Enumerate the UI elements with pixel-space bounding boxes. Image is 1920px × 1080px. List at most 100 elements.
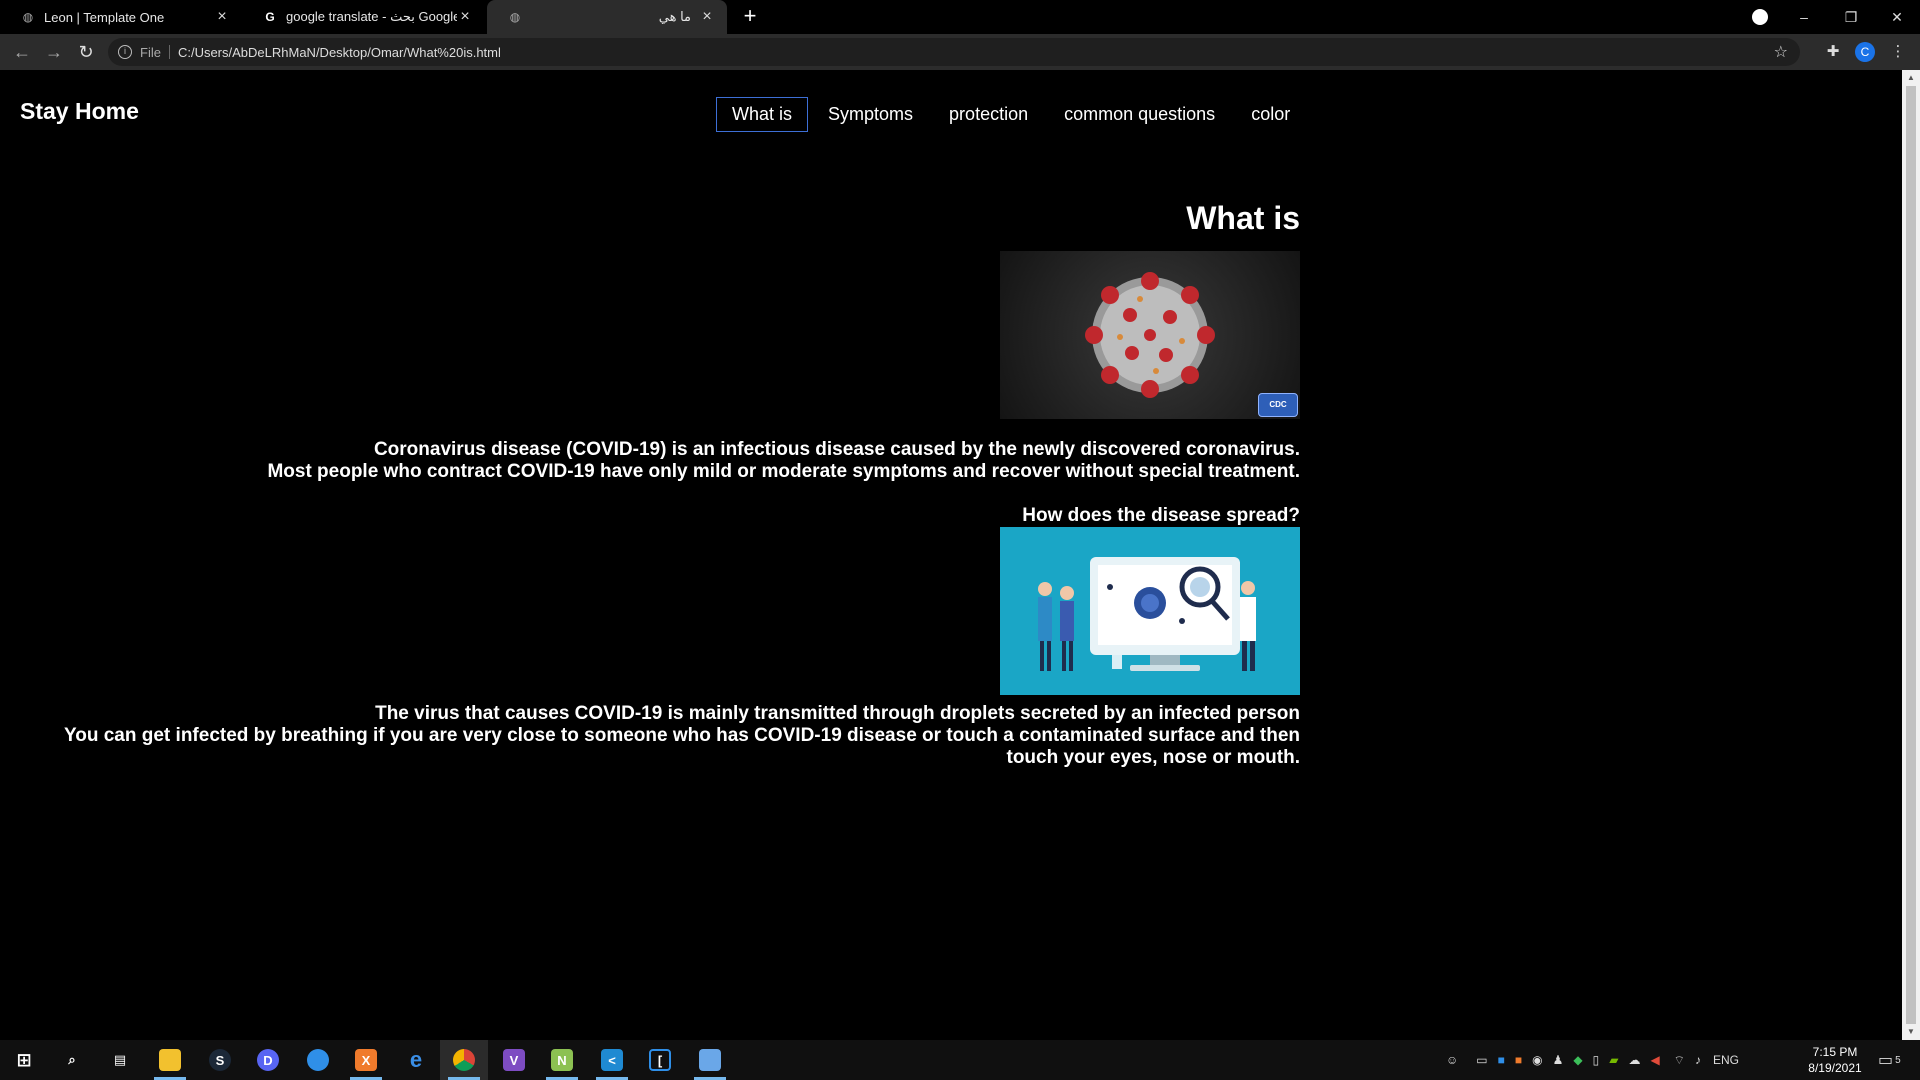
nav-link-common-questions[interactable]: common questions [1048, 97, 1231, 132]
restore-button[interactable]: ❐ [1828, 0, 1874, 34]
reload-button[interactable]: ↻ [74, 40, 98, 64]
page-scrollbar[interactable]: ▲ ▼ [1902, 70, 1920, 1040]
menu-kebab-icon[interactable]: ⋮ [1888, 42, 1908, 62]
virus-illustration [1085, 272, 1215, 398]
globe-icon: ◍ [509, 10, 521, 24]
tab-google-translate[interactable]: G google translate - بحث Google × [242, 0, 485, 34]
tray-battery-icon[interactable]: ▯ [1593, 1053, 1600, 1067]
site-nav: What is Symptoms protection common quest… [716, 97, 1310, 132]
tray-app-icon[interactable]: ■ [1498, 1053, 1505, 1067]
clock-date: 8/19/2021 [1808, 1061, 1862, 1075]
app-network-icon [699, 1049, 721, 1071]
scroll-up-arrow-icon[interactable]: ▲ [1902, 70, 1920, 86]
globe-icon: ◍ [22, 10, 34, 24]
tab-what-is[interactable]: ◍ ما هي × [487, 0, 727, 34]
taskbar-discord[interactable]: D [244, 1040, 292, 1080]
scroll-thumb[interactable] [1906, 86, 1916, 1024]
address-bar[interactable]: i File C:/Users/AbDeLRhMaN/Desktop/Omar/… [108, 38, 1800, 66]
tab-title: google translate - بحث Google [286, 9, 457, 24]
profile-avatar[interactable]: C [1855, 42, 1875, 62]
divider [168, 45, 170, 59]
steam-icon: S [209, 1049, 231, 1071]
close-icon[interactable]: × [457, 9, 473, 25]
nav-link-protection[interactable]: protection [933, 97, 1044, 132]
taskbar-blue-app[interactable] [294, 1040, 342, 1080]
app-blue-icon [307, 1049, 329, 1071]
extensions-icon[interactable]: ✚ [1823, 42, 1843, 62]
windows-start-icon: ⊞ [16, 1049, 32, 1070]
tab-title: Leon | Template One [44, 9, 165, 25]
research-illustration [1000, 527, 1300, 695]
vscode-icon: < [601, 1049, 623, 1071]
cdc-logo: CDC [1258, 393, 1298, 417]
clock-time: 7:15 PM [1812, 1045, 1858, 1059]
taskbar-xampp[interactable]: X [342, 1040, 390, 1080]
notification-count: 5 [1895, 1054, 1901, 1066]
url-text[interactable]: C:/Users/AbDeLRhMaN/Desktop/Omar/What%20… [178, 45, 501, 60]
nav-link-what-is[interactable]: What is [716, 97, 809, 132]
search-icon: ⌕ [68, 1052, 76, 1067]
taskbar-file-explorer[interactable] [146, 1040, 194, 1080]
bookmark-star-icon[interactable]: ☆ [1774, 42, 1788, 62]
browser-tab-bar: ◍ Leon | Template One × G google transla… [0, 0, 1920, 34]
minimize-button[interactable]: – [1781, 0, 1827, 34]
taskbar-visual-studio[interactable]: V [490, 1040, 538, 1080]
task-view-button[interactable]: ▤ [96, 1040, 144, 1080]
taskbar-vscode[interactable]: < [588, 1040, 636, 1080]
close-icon[interactable]: × [699, 9, 715, 25]
taskbar-edge[interactable]: e [392, 1040, 440, 1080]
edge-icon: e [409, 1047, 423, 1072]
spread-line-2: You can get infected by breathing if you… [63, 725, 1300, 768]
file-explorer-icon [159, 1049, 181, 1071]
media-control-icon[interactable] [1752, 9, 1768, 25]
wifi-icon[interactable]: ⌔ [1674, 1053, 1685, 1068]
taskbar-search-button[interactable]: ⌕ [48, 1040, 96, 1080]
url-scheme: File [140, 44, 161, 60]
xampp-icon: X [355, 1049, 377, 1071]
tray-cloud-icon[interactable]: ☁ [1628, 1053, 1640, 1067]
forward-button[interactable]: → [42, 40, 66, 64]
taskbar-steam[interactable]: S [196, 1040, 244, 1080]
notepad-plus-icon: N [551, 1049, 573, 1071]
app-bracket-icon: [ [649, 1049, 671, 1071]
info-icon[interactable]: i [118, 45, 132, 59]
tray-discord-icon[interactable]: ◉ [1532, 1053, 1542, 1067]
volume-icon[interactable]: ♪ [1695, 1053, 1701, 1067]
scroll-down-arrow-icon[interactable]: ▼ [1902, 1024, 1920, 1040]
close-icon[interactable]: × [214, 9, 230, 25]
close-window-button[interactable]: ✕ [1874, 0, 1920, 34]
intro-line-1: Coronavirus disease (COVID-19) is an inf… [373, 439, 1300, 460]
taskbar-chrome[interactable] [440, 1040, 488, 1080]
spread-image-wrap [20, 527, 1300, 695]
notification-center-button[interactable]: ▭ 5 [1878, 1040, 1901, 1080]
tray-app-icon[interactable]: ▭ [1476, 1053, 1487, 1067]
tray-nvidia-icon[interactable]: ▰ [1609, 1053, 1618, 1067]
google-icon: G [265, 10, 275, 24]
coronavirus-image: CDC [1000, 251, 1300, 419]
people-icon[interactable]: ☺ [1446, 1053, 1458, 1067]
tray-app-icon[interactable]: ◀ [1650, 1053, 1659, 1067]
spread-heading: How does the disease spread? [1022, 505, 1300, 526]
tab-leon-template[interactable]: ◍ Leon | Template One × [0, 0, 242, 34]
main-content: What is CDC Coronavirus disease (COVID-1… [20, 200, 1300, 769]
tray-app-icon[interactable]: ♟ [1553, 1053, 1564, 1067]
tray-xampp-icon[interactable]: ■ [1515, 1053, 1522, 1067]
tray-shield-icon[interactable]: ◆ [1573, 1053, 1582, 1067]
taskbar-notepad-plus[interactable]: N [538, 1040, 586, 1080]
windows-taskbar: ⊞ ⌕ ▤ S D X e V N < [ ☺ ▭ ■ ■ ◉ ♟ ◆ ▯ ▰ … [0, 1040, 1920, 1080]
taskbar-bracket-app[interactable]: [ [636, 1040, 684, 1080]
visual-studio-icon: V [503, 1049, 525, 1071]
site-brand[interactable]: Stay Home [20, 98, 139, 125]
discord-icon: D [257, 1049, 279, 1071]
new-tab-button[interactable]: + [738, 5, 762, 29]
intro-line-2: Most people who contract COVID-19 have o… [267, 461, 1300, 482]
taskbar-network-app[interactable] [686, 1040, 734, 1080]
back-button[interactable]: ← [10, 40, 34, 64]
language-indicator[interactable]: ENG [1713, 1053, 1739, 1067]
taskbar-clock[interactable]: 7:15 PM 8/19/2021 [1800, 1044, 1870, 1076]
virus-research-image [1000, 527, 1300, 695]
nav-link-symptoms[interactable]: Symptoms [812, 97, 929, 132]
task-view-icon: ▤ [113, 1052, 127, 1067]
nav-link-color[interactable]: color [1235, 97, 1306, 132]
windows-start-button[interactable]: ⊞ [0, 1040, 48, 1080]
